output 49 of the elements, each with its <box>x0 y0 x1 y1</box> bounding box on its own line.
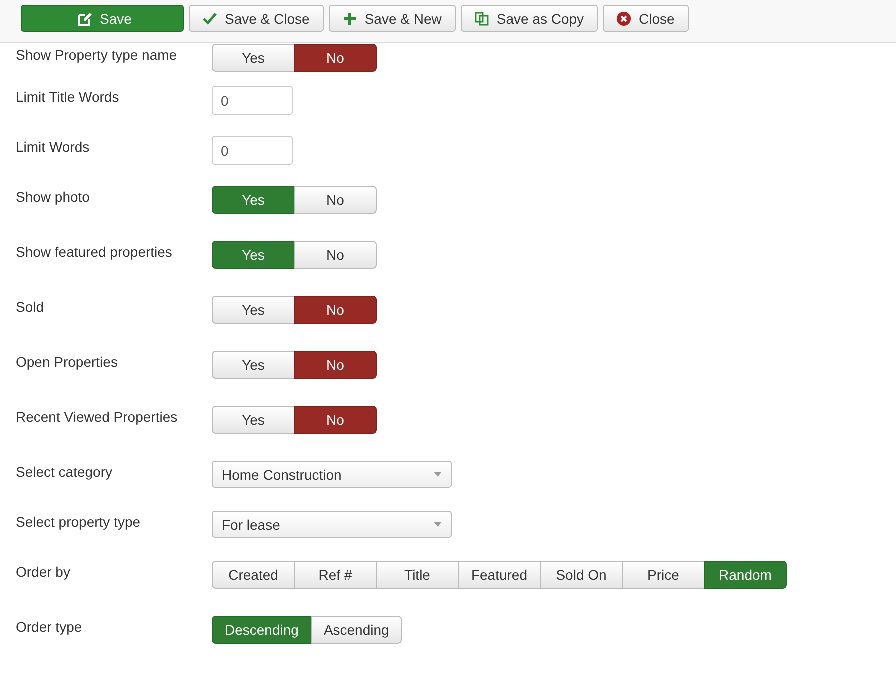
option-button[interactable]: Price <box>622 561 705 589</box>
field-label: Show photo <box>16 188 91 205</box>
option-button[interactable]: Yes <box>212 296 295 324</box>
field-label: Order by <box>16 563 72 580</box>
option-button[interactable]: Yes <box>212 406 295 434</box>
checkmark-icon <box>203 12 217 26</box>
toolbar-button[interactable]: Save as Copy <box>460 5 598 32</box>
option-button[interactable]: Ref # <box>294 561 377 589</box>
option-button[interactable]: No <box>294 44 377 72</box>
option-button[interactable]: Yes <box>212 351 295 379</box>
option-button[interactable]: No <box>294 241 377 269</box>
field-label: Show featured properties <box>16 243 174 260</box>
toolbar-button[interactable]: Save <box>21 5 184 32</box>
caret-icon <box>434 472 442 477</box>
field-label: Limit Words <box>16 138 91 155</box>
close-icon <box>617 12 632 26</box>
option-button[interactable]: Yes <box>212 241 295 269</box>
option-button[interactable]: No <box>294 296 377 324</box>
option-button[interactable]: No <box>294 406 377 434</box>
input-field[interactable]: 0 <box>212 136 293 165</box>
field-label: Recent Viewed Properties <box>16 408 179 425</box>
option-button[interactable]: Random <box>704 561 787 589</box>
toolbar-button[interactable]: Close <box>603 5 689 32</box>
option-button[interactable]: No <box>294 186 377 214</box>
select-dropdown[interactable]: For lease <box>212 511 452 538</box>
select-dropdown[interactable]: Home Construction <box>212 461 452 488</box>
field-label: Sold <box>16 298 46 315</box>
copy-icon <box>474 12 489 26</box>
option-button[interactable]: Yes <box>212 44 295 72</box>
option-button[interactable]: Ascending <box>310 616 402 644</box>
option-button[interactable]: Descending <box>212 616 312 644</box>
option-button[interactable]: No <box>294 351 377 379</box>
field-label: Limit Title Words <box>16 88 120 105</box>
input-field[interactable]: 0 <box>212 86 293 115</box>
option-button[interactable]: Created <box>212 561 295 589</box>
option-button[interactable]: Title <box>376 561 459 589</box>
toolbar-button[interactable]: Save & Close <box>189 5 324 32</box>
field-label: Select property type <box>16 513 142 530</box>
field-label: Order type <box>16 618 84 635</box>
toolbar-button[interactable]: Save & New <box>328 5 456 32</box>
option-button[interactable]: Sold On <box>540 561 623 589</box>
field-label: Show Property type name <box>16 46 178 63</box>
plus-icon <box>342 12 357 26</box>
caret-icon <box>434 522 442 527</box>
edit-icon <box>78 12 92 26</box>
option-button[interactable]: Yes <box>212 186 295 214</box>
option-button[interactable]: Featured <box>458 561 541 589</box>
field-label: Select category <box>16 463 114 480</box>
field-label: Open Properties <box>16 353 119 370</box>
